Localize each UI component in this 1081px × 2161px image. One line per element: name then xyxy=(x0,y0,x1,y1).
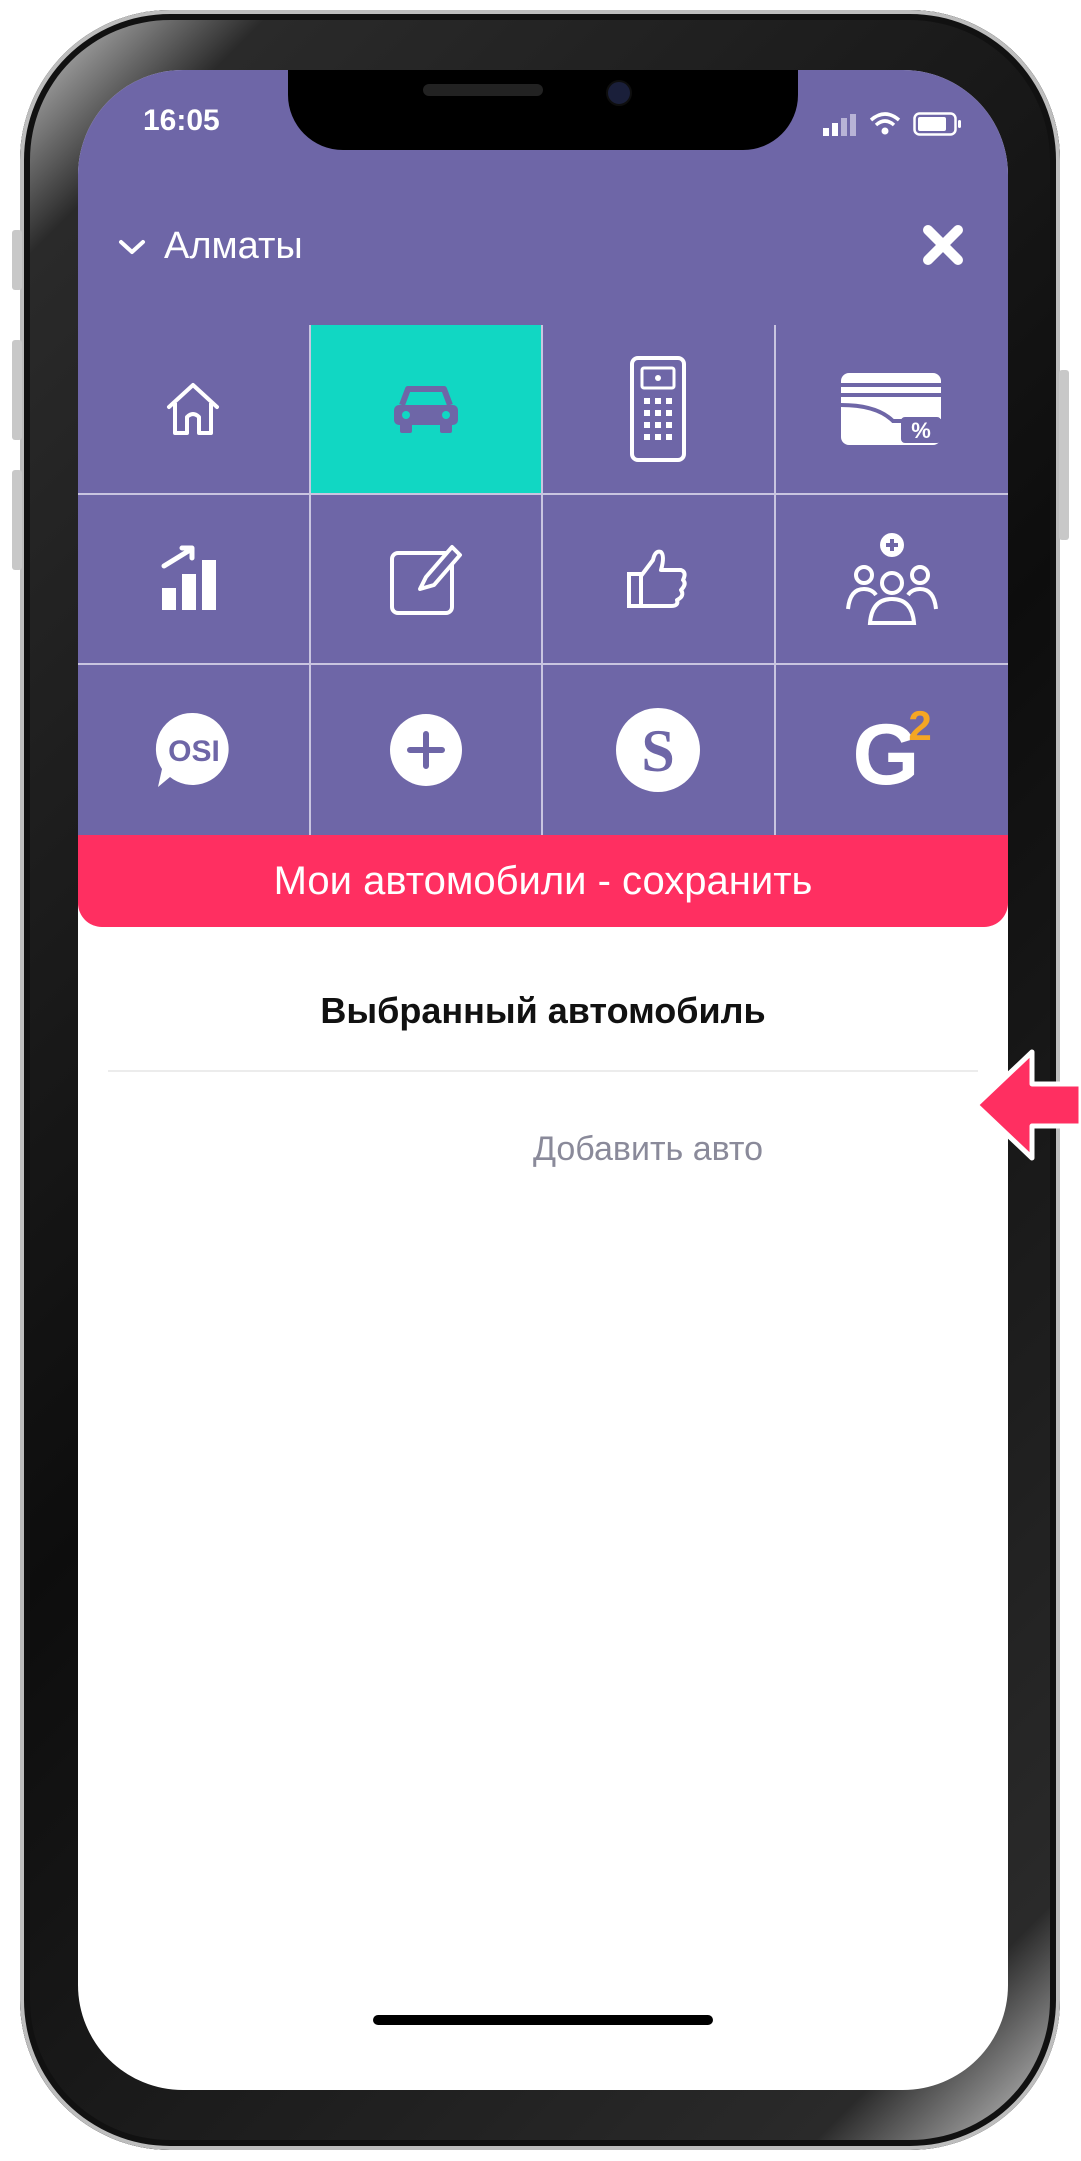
phone-screen: 16:05 Алматы % OSI S G 2 Мои автомобили … xyxy=(78,70,1008,2090)
intercom-icon xyxy=(630,356,687,462)
front-camera xyxy=(606,80,632,106)
wifi-icon xyxy=(869,112,901,135)
add-group-icon xyxy=(845,533,938,625)
osi-logo-text: OSI xyxy=(168,735,220,768)
city-name: Алматы xyxy=(164,225,303,267)
tile-edit[interactable] xyxy=(310,495,543,665)
header-bar: Алматы xyxy=(78,180,1008,327)
tile-wallet[interactable]: % xyxy=(775,325,1008,495)
svg-text:%: % xyxy=(911,418,931,443)
side-button-silent xyxy=(12,230,22,290)
wallet-discount-icon: % xyxy=(840,373,941,445)
add-car-link[interactable]: Добавить авто xyxy=(478,1130,818,1169)
home-icon xyxy=(167,383,220,435)
city-selector[interactable]: Алматы xyxy=(118,225,303,268)
tile-add[interactable] xyxy=(311,665,543,835)
tile-g2-service[interactable]: G 2 xyxy=(776,665,1009,835)
side-button-volume-up xyxy=(12,340,22,440)
status-time: 16:05 xyxy=(143,104,220,137)
g2-logo-superscript: 2 xyxy=(908,702,931,749)
g2-logo-icon: G 2 xyxy=(852,702,931,800)
home-indicator[interactable] xyxy=(373,2015,713,2025)
edit-icon xyxy=(389,545,462,615)
tile-osi[interactable]: OSI xyxy=(78,665,311,835)
car-icon xyxy=(393,386,458,433)
save-cars-button[interactable]: Мои автомобили - сохранить xyxy=(78,835,1008,927)
divider xyxy=(108,1070,978,1072)
plus-circle-icon xyxy=(389,714,462,786)
battery-icon xyxy=(913,112,961,136)
s-logo-icon: S xyxy=(616,708,701,792)
thumbs-up-icon xyxy=(627,549,687,608)
osi-icon: OSI xyxy=(156,712,229,787)
chevron-down-icon xyxy=(119,239,145,254)
tile-add-group[interactable] xyxy=(775,495,1008,665)
tile-like[interactable] xyxy=(543,495,776,665)
menu-grid: % OSI S G 2 xyxy=(78,325,1008,835)
bar-chart-icon xyxy=(161,545,217,610)
close-icon[interactable] xyxy=(918,220,968,270)
speaker xyxy=(423,84,543,96)
signal-icon xyxy=(823,114,856,136)
status-bar: 16:05 xyxy=(78,70,1008,180)
s-logo-text: S xyxy=(642,718,675,784)
notch xyxy=(288,70,798,150)
tile-home[interactable] xyxy=(78,325,311,495)
status-icons xyxy=(823,112,963,136)
tile-s-service[interactable]: S xyxy=(543,665,776,835)
side-button-volume-down xyxy=(12,470,22,570)
tile-car[interactable] xyxy=(310,325,543,495)
selected-car-title: Выбранный автомобиль xyxy=(320,990,766,1031)
tile-intercom[interactable] xyxy=(543,325,776,495)
save-cars-label: Мои автомобили - сохранить xyxy=(273,858,813,903)
pointer-arrow-icon xyxy=(973,1049,1081,1161)
tile-statistics[interactable] xyxy=(78,495,311,665)
side-button-power xyxy=(1059,370,1069,540)
